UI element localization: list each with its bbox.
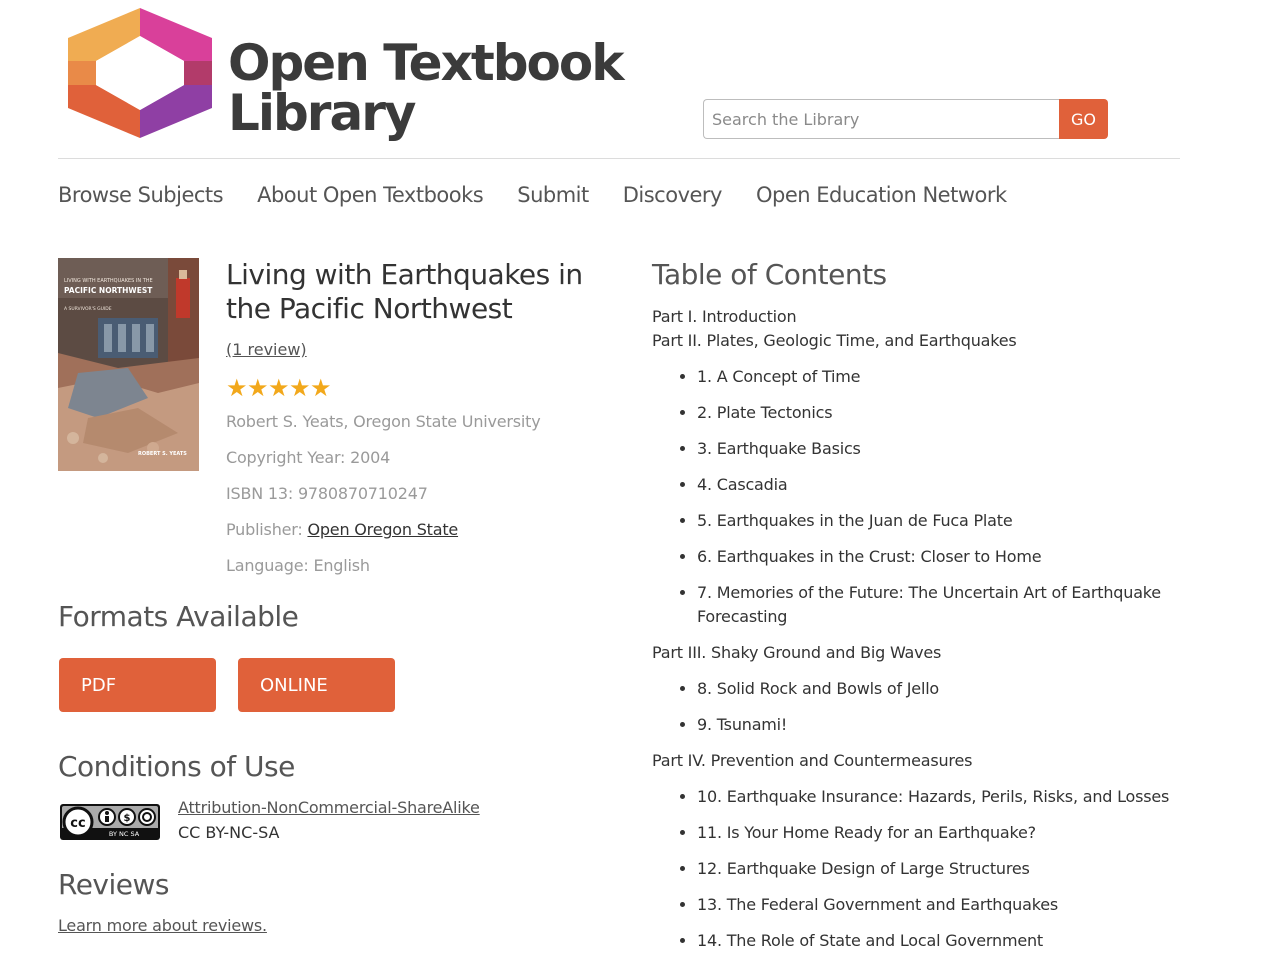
- toc-chapter: 7. Memories of the Future: The Uncertain…: [697, 581, 1212, 629]
- nav-submit[interactable]: Submit: [517, 183, 589, 213]
- svg-text:$: $: [124, 813, 131, 824]
- star-icon: ★: [247, 374, 269, 402]
- otl-logo-icon[interactable]: [68, 8, 212, 138]
- toc-chapter: 8. Solid Rock and Bowls of Jello: [697, 677, 1212, 701]
- search-form: GO: [703, 99, 1108, 139]
- brand-line-1: Open Textbook: [228, 34, 624, 92]
- table-of-contents: Part I. Introduction Part II. Plates, Ge…: [652, 305, 1212, 965]
- main-nav: Browse Subjects About Open Textbooks Sub…: [58, 183, 1041, 213]
- toc-chapter: 5. Earthquakes in the Juan de Fuca Plate: [697, 509, 1212, 533]
- svg-text:cc: cc: [70, 816, 85, 831]
- header-divider: [58, 158, 1180, 159]
- book-author: Robert S. Yeats, Oregon State University: [226, 412, 541, 431]
- cc-license-badge-icon[interactable]: cc $ BY NC SA: [60, 804, 160, 840]
- search-input[interactable]: [703, 99, 1059, 139]
- cc-badge-text: BY NC SA: [109, 830, 140, 838]
- learn-more-reviews-link[interactable]: Learn more about reviews.: [58, 916, 267, 935]
- cover-text-line1: LIVING WITH EARTHQUAKES IN THE: [64, 278, 153, 284]
- cover-text-line3: A SURVIVOR'S GUIDE: [64, 306, 112, 312]
- formats-heading: Formats Available: [58, 600, 299, 633]
- search-go-button[interactable]: GO: [1059, 99, 1108, 139]
- cover-text-line2: PACIFIC NORTHWEST: [64, 286, 153, 295]
- toc-chapter: 4. Cascadia: [697, 473, 1212, 497]
- publisher-label: Publisher:: [226, 520, 308, 539]
- brand-line-2: Library: [228, 84, 416, 142]
- toc-part-3: Part III. Shaky Ground and Big Waves: [652, 643, 942, 662]
- book-isbn: ISBN 13: 9780870710247: [226, 484, 428, 503]
- review-count-link[interactable]: (1 review): [226, 340, 307, 359]
- toc-chapter-list: 8. Solid Rock and Bowls of Jello 9. Tsun…: [652, 677, 1212, 737]
- online-format-button[interactable]: ONLINE: [238, 658, 395, 712]
- toc-chapter: 3. Earthquake Basics: [697, 437, 1212, 461]
- nav-about-open-textbooks[interactable]: About Open Textbooks: [257, 183, 484, 213]
- toc-chapter: 9. Tsunami!: [697, 713, 1212, 737]
- toc-chapter: 1. A Concept of Time: [697, 365, 1212, 389]
- license-code: CC BY-NC-SA: [178, 823, 280, 842]
- toc-chapter: 13. The Federal Government and Earthquak…: [697, 893, 1212, 917]
- star-icon: ★: [289, 374, 311, 402]
- toc-chapter-list: 10. Earthquake Insurance: Hazards, Peril…: [652, 785, 1212, 953]
- toc-part-4: Part IV. Prevention and Countermeasures: [652, 751, 973, 770]
- toc-chapter: 12. Earthquake Design of Large Structure…: [697, 857, 1212, 881]
- toc-chapter: 6. Earthquakes in the Crust: Closer to H…: [697, 545, 1212, 569]
- star-icon: ★: [310, 374, 332, 402]
- nav-open-education-network[interactable]: Open Education Network: [756, 183, 1007, 213]
- nav-browse-subjects[interactable]: Browse Subjects: [58, 183, 224, 213]
- book-language: Language: English: [226, 556, 370, 575]
- license-link[interactable]: Attribution-NonCommercial-ShareAlike: [178, 798, 480, 817]
- toc-chapter: 2. Plate Tectonics: [697, 401, 1212, 425]
- book-cover-image: LIVING WITH EARTHQUAKES IN THE PACIFIC N…: [58, 258, 199, 471]
- publisher-link[interactable]: Open Oregon State: [307, 520, 458, 539]
- brand-wordmark[interactable]: Open Textbook Library: [228, 34, 624, 142]
- nav-discovery[interactable]: Discovery: [623, 183, 723, 213]
- star-icon: ★: [268, 374, 290, 402]
- conditions-heading: Conditions of Use: [58, 750, 295, 783]
- toc-part-2: Part II. Plates, Geologic Time, and Eart…: [652, 331, 1017, 350]
- toc-chapter: 10. Earthquake Insurance: Hazards, Peril…: [697, 785, 1212, 809]
- reviews-heading: Reviews: [58, 868, 170, 901]
- pdf-format-button[interactable]: PDF: [59, 658, 216, 712]
- star-rating: ★ ★ ★ ★ ★: [226, 374, 332, 402]
- book-title: Living with Earthquakes in the Pacific N…: [226, 258, 583, 325]
- toc-chapter: 14. The Role of State and Local Governme…: [697, 929, 1212, 953]
- book-copyright: Copyright Year: 2004: [226, 448, 391, 467]
- star-icon: ★: [226, 374, 248, 402]
- toc-part-1: Part I. Introduction: [652, 307, 797, 326]
- toc-heading: Table of Contents: [652, 258, 887, 291]
- book-publisher: Publisher: Open Oregon State: [226, 520, 458, 539]
- cover-author: ROBERT S. YEATS: [138, 451, 187, 457]
- toc-chapter-list: 1. A Concept of Time 2. Plate Tectonics …: [652, 365, 1212, 629]
- toc-chapter: 11. Is Your Home Ready for an Earthquake…: [697, 821, 1212, 845]
